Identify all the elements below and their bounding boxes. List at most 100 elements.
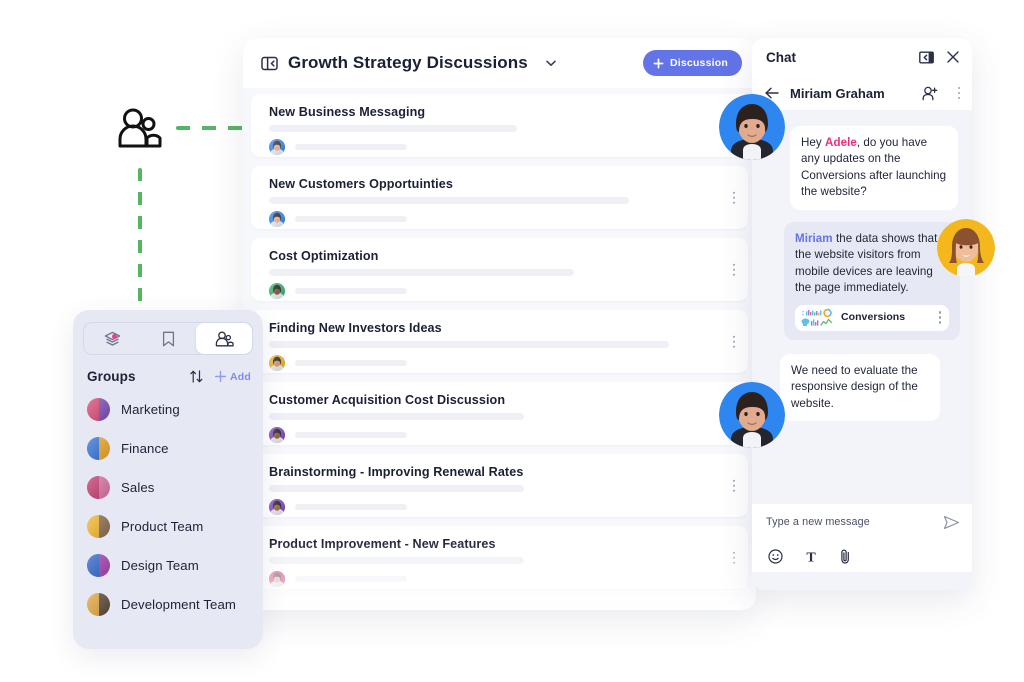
content-placeholder-bar [295,576,407,582]
avatar [269,571,285,587]
send-icon[interactable] [943,515,960,530]
groups-list: Marketing Finance Sales Product Team Design … [83,390,253,624]
sidebar-item-label: Sales [121,480,155,495]
content-placeholder-bar [269,125,517,132]
sidebar-item-group[interactable]: Marketing [83,390,253,429]
sidebar-item-label: Design Team [121,558,199,573]
chevron-down-icon[interactable] [544,56,558,70]
content-placeholder-bar [295,288,407,294]
emoji-icon[interactable] [768,548,783,564]
discussion-title: New Customers Opportuinties [269,177,453,191]
sidebar-tabs [83,322,253,355]
group-avatar [87,554,110,577]
chat-message-incoming: Hey Adele, do you have any updates on th… [790,126,958,210]
plus-icon [653,58,664,69]
group-avatar [87,437,110,460]
discussion-card-list: New Business Messaging New Customers Oppo… [243,88,756,589]
discussions-header: Growth Strategy Discussions Discussion [243,38,756,88]
kebab-menu-icon[interactable] [732,551,735,564]
content-placeholder-bar [269,197,629,204]
chat-composer: Type a new message T [752,504,972,572]
sidebar-item-group[interactable]: Development Team [83,585,253,624]
kebab-menu-icon[interactable] [732,263,735,276]
sidebar-item-group[interactable]: Finance [83,429,253,468]
sidebar-item-label: Finance [121,441,169,456]
kebab-menu-icon[interactable] [938,311,941,324]
discussion-title: Cost Optimization [269,249,379,263]
avatar [269,139,285,155]
groups-section-header: Groups Add [87,369,251,384]
sidebar-tab-layers[interactable] [84,323,140,354]
people-icon [215,331,234,347]
sidebar-tab-bookmarks[interactable] [140,323,196,354]
discussion-card[interactable]: New Business Messaging [251,94,748,157]
sidebar-item-group[interactable]: Product Team [83,507,253,546]
kebab-menu-icon[interactable] [957,86,960,100]
discussion-card[interactable]: Brainstorming - Improving Renewal Rates [251,454,748,517]
discussion-card[interactable]: New Customers Opportuinties [251,166,748,229]
attachment-icon[interactable] [839,548,852,565]
attachment-name: Conversions [841,311,906,324]
avatar [269,427,285,443]
content-placeholder-bar [295,504,407,510]
discussion-card[interactable]: Finding New Investors Ideas [251,310,748,373]
kebab-menu-icon[interactable] [732,335,735,348]
chat-panel: Chat Miriam Graham Hey Adele, do you hav… [752,38,972,590]
sort-arrows-icon[interactable] [189,369,204,384]
people-group-icon [118,108,164,148]
attachment-card[interactable]: Conversions [795,304,949,331]
content-placeholder-bar [269,485,524,492]
discussions-panel: Growth Strategy Discussions Discussion N… [243,38,756,610]
avatar [269,211,285,227]
kebab-menu-icon[interactable] [732,479,735,492]
discussion-card[interactable]: Cost Optimization [251,238,748,301]
discussion-title: Finding New Investors Ideas [269,321,442,335]
dashed-connector-vertical [138,168,142,318]
mention: Miriam [795,231,833,245]
chat-header: Chat Miriam Graham [752,38,972,110]
plus-icon [214,370,227,383]
avatar [937,219,995,277]
sidebar-item-group[interactable]: Design Team [83,546,253,585]
add-person-icon[interactable] [922,86,938,101]
chat-contact-name: Miriam Graham [790,85,885,101]
collapse-panel-icon[interactable] [919,50,934,65]
add-group-button[interactable]: Add [214,370,251,383]
discussion-title: New Business Messaging [269,105,426,119]
chat-message-outgoing: Miriam the data shows that the website v… [784,221,960,340]
close-icon[interactable] [946,50,960,64]
group-avatar [87,515,110,538]
avatar [719,94,785,160]
group-avatar [87,593,110,616]
mention: Adele [825,136,857,149]
message-text: We need to evaluate the responsive desig… [791,363,918,410]
avatar [719,382,785,448]
content-placeholder-bar [295,216,407,222]
group-avatar [87,476,110,499]
message-input[interactable]: Type a new message [766,516,943,528]
content-placeholder-bar [295,360,407,366]
sidebar-tab-groups[interactable] [196,323,252,354]
discussion-card[interactable]: Product Improvement - New Features [251,526,748,589]
content-placeholder-bar [295,432,407,438]
app-screenshot: Growth Strategy Discussions Discussion N… [0,0,1024,682]
content-placeholder-bar [269,341,669,348]
sidebar-item-label: Marketing [121,402,180,417]
text-format-icon[interactable]: T [804,549,818,564]
chat-message-incoming: We need to evaluate the responsive desig… [780,353,940,421]
group-avatar [87,398,110,421]
sidebar-item-group[interactable]: Sales [83,468,253,507]
notification-badge-dot [112,334,117,339]
sidebar-item-label: Product Team [121,519,204,534]
sidebar-item-label: Development Team [121,597,236,612]
content-placeholder-bar [269,413,524,420]
svg-text:T: T [806,550,816,564]
content-placeholder-bar [269,269,574,276]
avatar [269,355,285,371]
add-discussion-button[interactable]: Discussion [642,50,742,76]
kebab-menu-icon[interactable] [732,191,735,204]
page-title: Growth Strategy Discussions [288,53,528,72]
discussion-card[interactable]: Customer Acquisition Cost Discussion [251,382,748,445]
groups-title: Groups [87,369,136,384]
board-panel-icon [261,55,278,72]
